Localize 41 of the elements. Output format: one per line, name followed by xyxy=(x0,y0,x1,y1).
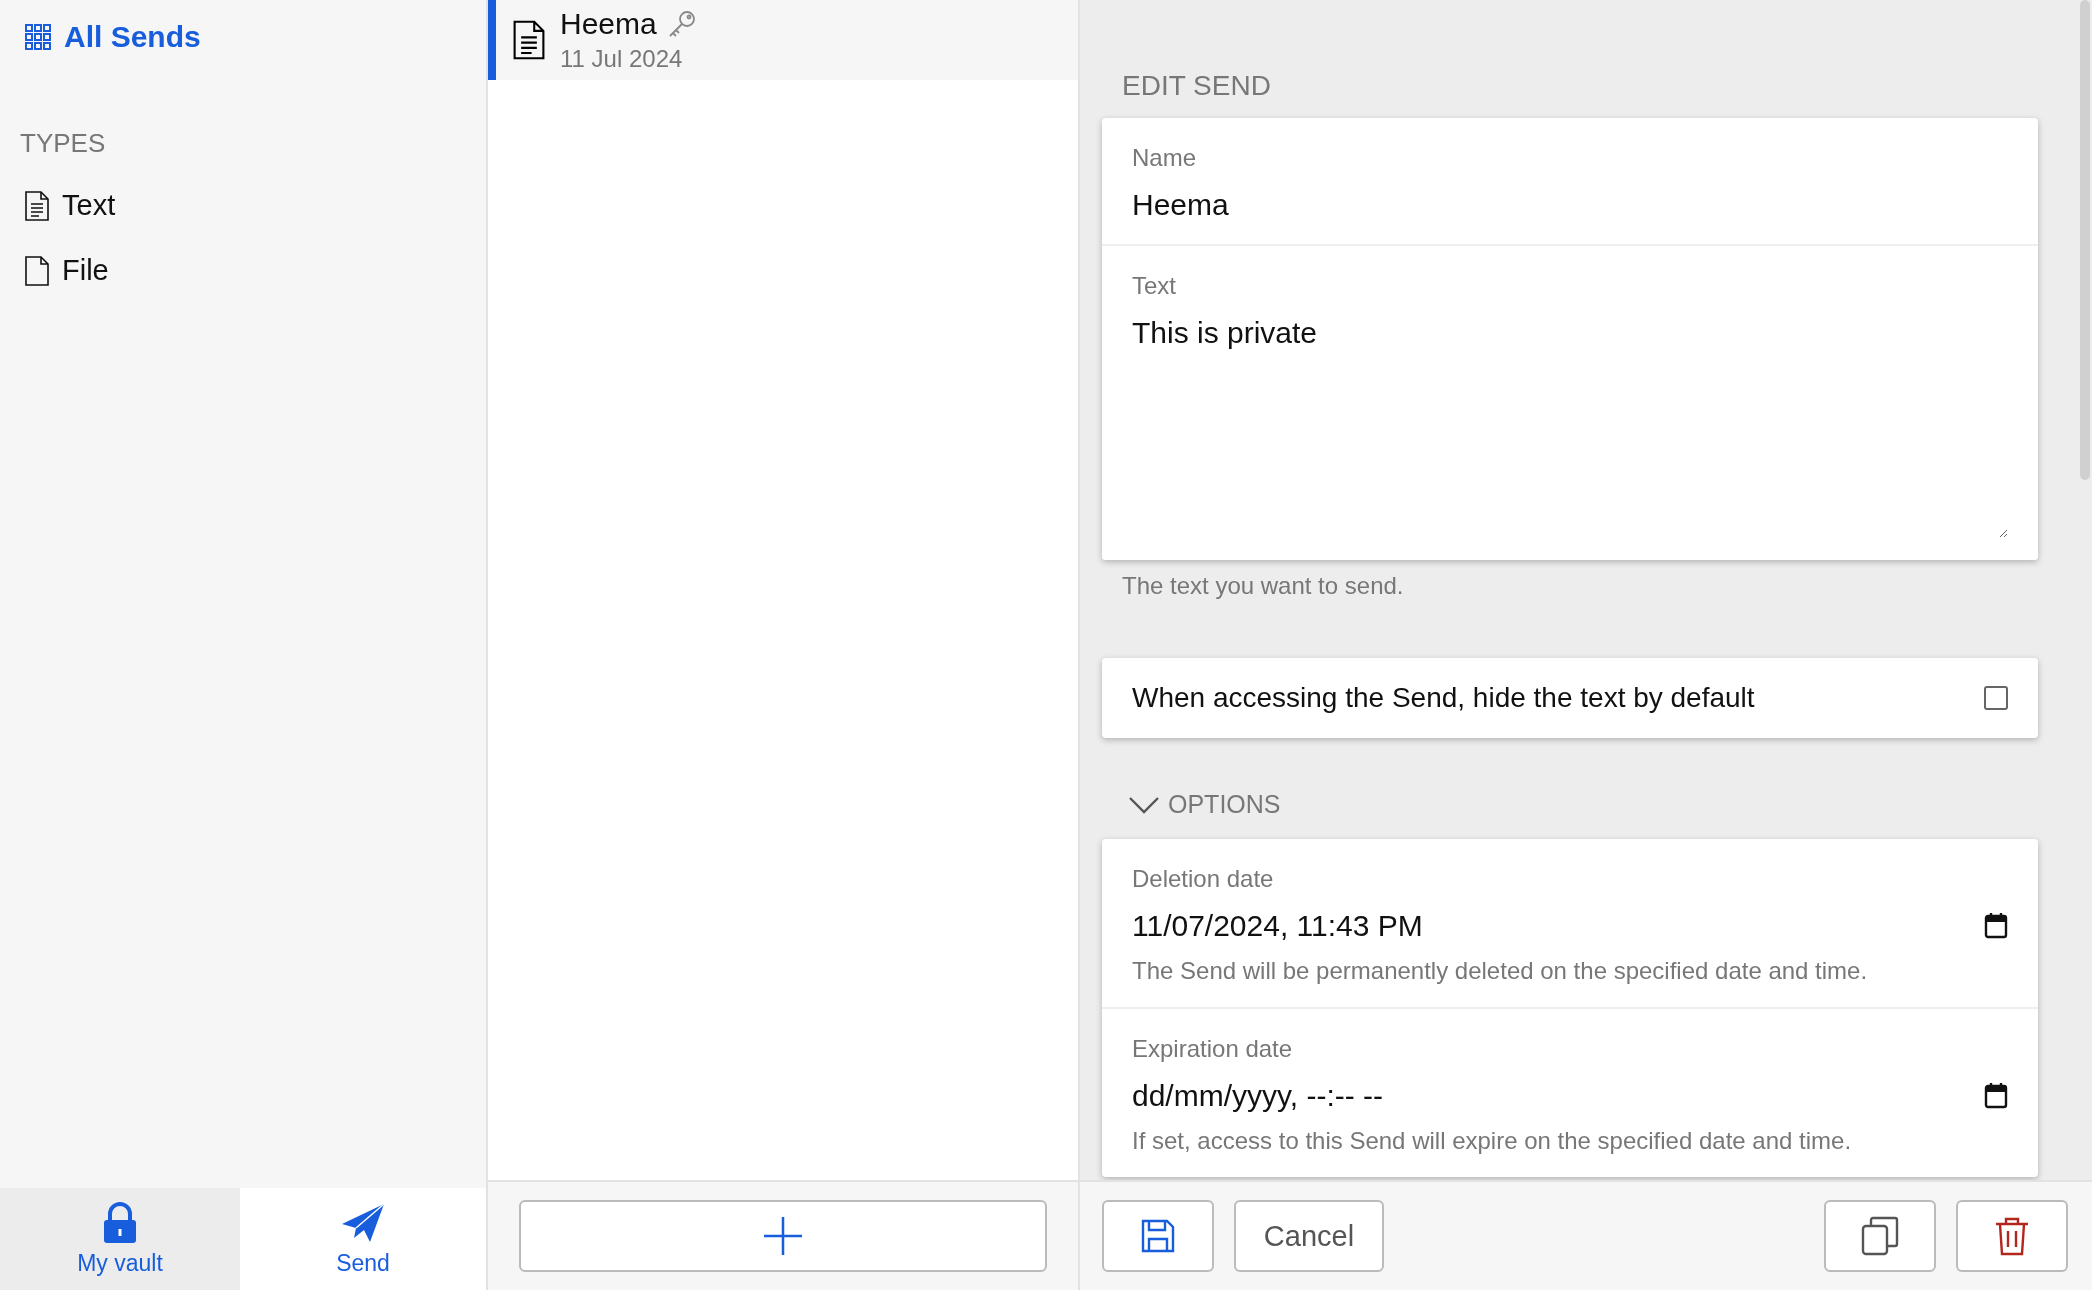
lock-icon xyxy=(101,1201,139,1244)
calendar-icon[interactable] xyxy=(1984,913,2008,939)
name-field[interactable]: Heema xyxy=(1132,188,2008,222)
all-sends-link[interactable]: All Sends xyxy=(20,20,205,54)
save-button[interactable] xyxy=(1102,1200,1214,1272)
nav-tab[interactable]: Send xyxy=(240,1188,486,1290)
send-date: 11 Jul 2024 xyxy=(560,45,684,73)
cancel-button[interactable]: Cancel xyxy=(1234,1200,1384,1272)
scrollbar[interactable] xyxy=(2080,0,2090,480)
date-field[interactable]: dd/mm/yyyy, --:-- -- xyxy=(1132,1079,1964,1113)
copy-link-button[interactable] xyxy=(1824,1200,1936,1272)
field-label: Name xyxy=(1132,144,1198,172)
type-item[interactable]: File xyxy=(20,248,486,293)
chevron-down-icon xyxy=(1128,794,1160,815)
send-name: Heema xyxy=(560,7,657,41)
field-label: Deletion date xyxy=(1132,865,1275,893)
text-file-icon xyxy=(512,20,546,60)
options-toggle[interactable]: OPTIONS xyxy=(1128,790,1281,819)
field-hint: The text you want to send. xyxy=(1122,572,1405,600)
section-heading: TYPES xyxy=(20,128,107,159)
paper-plane-icon xyxy=(340,1201,386,1244)
text-field[interactable]: Text This is private xyxy=(1102,246,2038,560)
nav-tab[interactable]: My vault xyxy=(0,1188,240,1290)
text-file-icon xyxy=(24,190,50,221)
field-hint: The Send will be permanently deleted on the specified date and time. xyxy=(1132,957,1869,985)
calendar-icon[interactable] xyxy=(1984,1083,2008,1109)
checkbox-label: When accessing the Send, hide the text by default xyxy=(1132,682,1755,714)
trash-icon xyxy=(1994,1216,2030,1256)
copy-icon xyxy=(1861,1216,1899,1256)
checkbox[interactable] xyxy=(1984,686,2008,710)
grid-icon xyxy=(24,23,52,51)
field-label: Expiration date xyxy=(1132,1035,1294,1063)
section-heading: EDIT SEND xyxy=(1122,70,1272,102)
send-list-item[interactable]: Heema 11 Jul 2024 xyxy=(488,0,1078,80)
file-icon xyxy=(24,255,50,286)
type-item[interactable]: Text xyxy=(20,183,486,228)
field-hint: If set, access to this Send will expire on the specified date and time. xyxy=(1132,1127,1853,1155)
plus-icon xyxy=(763,1216,803,1256)
date-field[interactable]: 11/07/2024, 11:43 PM xyxy=(1132,909,1964,943)
delete-button[interactable] xyxy=(1956,1200,2068,1272)
save-icon xyxy=(1141,1219,1175,1253)
